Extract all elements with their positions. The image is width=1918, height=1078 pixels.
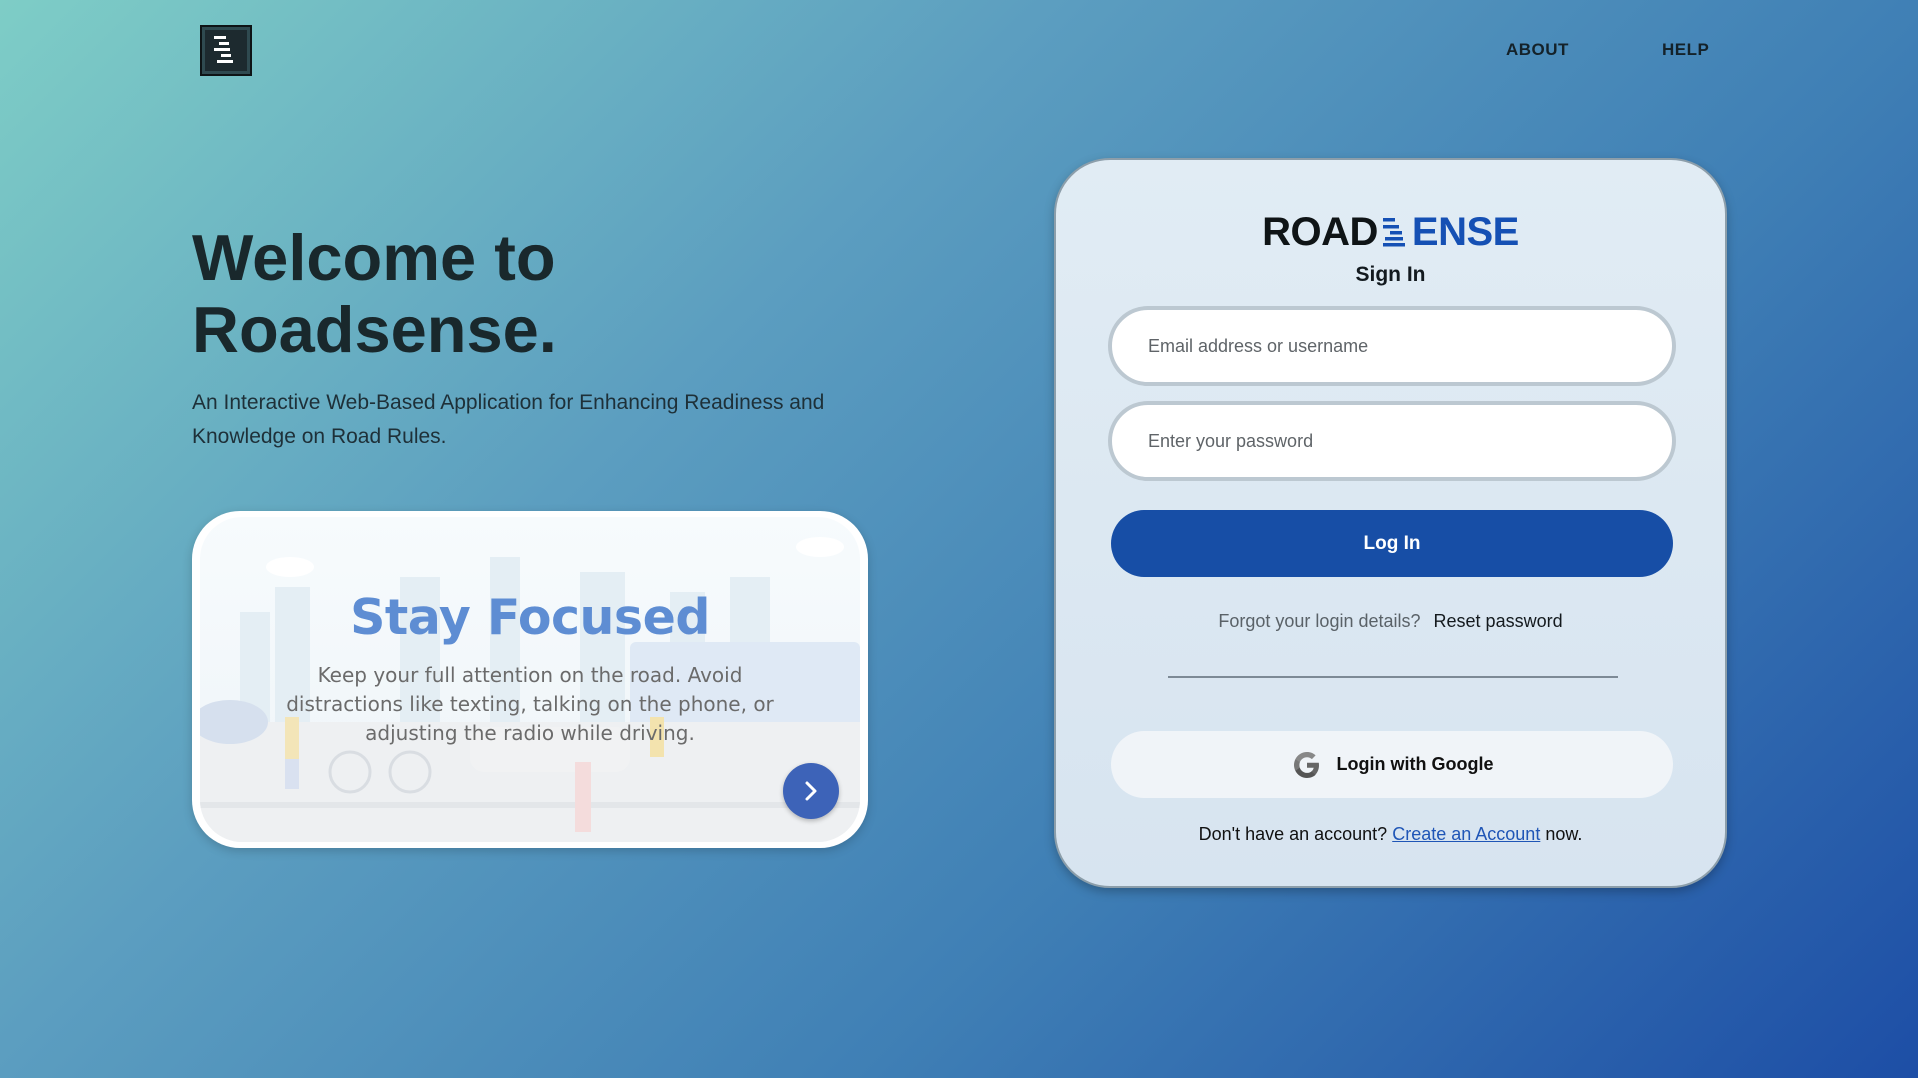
nav-about-link[interactable]: ABOUT — [1506, 40, 1569, 60]
reset-password-link[interactable]: Reset password — [1434, 611, 1563, 631]
divider — [1168, 676, 1618, 678]
top-nav: ABOUT HELP — [0, 40, 1918, 60]
google-icon — [1293, 751, 1319, 778]
create-account-link[interactable]: Create an Account — [1392, 824, 1540, 844]
tips-carousel: Stay Focused Keep your full attention on… — [192, 511, 868, 848]
carousel-slide-title: Stay Focused — [350, 589, 710, 646]
hero-title: Welcome to Roadsense. — [192, 222, 892, 366]
google-login-label: Login with Google — [1336, 754, 1494, 774]
carousel-next-button[interactable] — [783, 763, 839, 819]
google-login-button[interactable]: Login with Google — [1111, 731, 1673, 798]
chevron-right-icon — [805, 781, 817, 801]
signup-suffix-text: now. — [1545, 824, 1583, 844]
signup-row: Don't have an account? Create an Account… — [1056, 824, 1725, 845]
signin-heading: Sign In — [1355, 263, 1426, 286]
login-button[interactable]: Log In — [1111, 510, 1673, 577]
nav-help-link[interactable]: HELP — [1662, 40, 1709, 60]
carousel-slide-body: Keep your full attention on the road. Av… — [286, 663, 774, 745]
signin-card: ROAD ENSE Sign In Log In Forgot your log… — [1054, 158, 1727, 888]
signup-prefix-text: Don't have an account? — [1198, 824, 1388, 844]
brand-ense-text: ENSE — [1411, 210, 1519, 254]
hero-title-line1: Welcome to — [192, 221, 556, 294]
forgot-login-row: Forgot your login details? Reset passwor… — [1056, 611, 1725, 632]
hero-title-line2: Roadsense. — [192, 293, 557, 366]
email-username-input[interactable] — [1108, 306, 1676, 386]
forgot-login-text: Forgot your login details? — [1218, 611, 1421, 631]
brand-road-text: ROAD — [1262, 210, 1378, 254]
roadsense-wordmark: ROAD ENSE — [1056, 210, 1725, 255]
brand-s-mark-icon — [1382, 218, 1405, 247]
hero-subtitle: An Interactive Web-Based Application for… — [192, 391, 825, 448]
password-input[interactable] — [1108, 401, 1676, 481]
